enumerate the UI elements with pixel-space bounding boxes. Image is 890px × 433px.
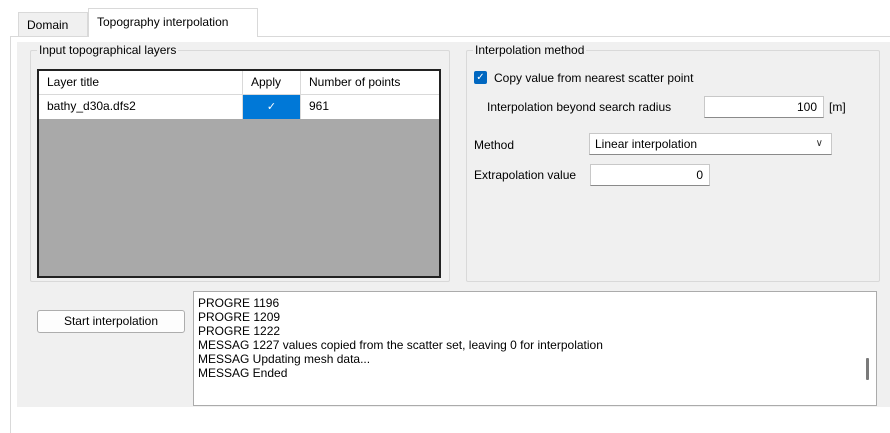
log-line: PROGRE 1196 [198,296,280,310]
checkmark-icon[interactable]: ✓ [267,96,276,119]
start-interpolation-button[interactable]: Start interpolation [37,310,185,333]
copy-nearest-checkbox[interactable]: ✓ [474,71,487,84]
input-layers-group: Input topographical layers Layer title A… [30,43,450,282]
copy-nearest-label[interactable]: Copy value from nearest scatter point [494,70,693,86]
layers-grid[interactable]: Layer title Apply Number of points bathy… [37,69,441,278]
beyond-radius-unit: [m] [829,100,846,114]
extrapolation-input[interactable]: 0 [590,164,710,186]
cell-apply[interactable]: ✓ [243,95,301,119]
tab-topography-interpolation[interactable]: Topography interpolation [88,8,258,37]
extrapolation-label: Extrapolation value [474,168,577,182]
column-header-apply[interactable]: Apply [243,71,301,94]
interpolation-method-title: Interpolation method [473,43,587,57]
method-select[interactable]: Linear interpolation ∨ [589,133,832,155]
cell-number-of-points[interactable]: 961 [301,95,439,119]
log-line: PROGRE 1222 [198,324,281,338]
grid-header: Layer title Apply Number of points [39,71,439,95]
beyond-radius-label: Interpolation beyond search radius [487,100,672,114]
column-header-layer-title[interactable]: Layer title [39,71,243,94]
input-layers-title: Input topographical layers [37,43,179,57]
tab-strip: Domain Topography interpolation [10,8,890,37]
log-scrollbar[interactable] [859,292,876,405]
table-row[interactable]: bathy_d30a.dfs2 ✓ 961 [39,95,439,119]
cell-layer-title[interactable]: bathy_d30a.dfs2 [39,95,243,119]
tab-domain[interactable]: Domain [18,12,88,36]
scrollbar-thumb[interactable] [866,358,869,380]
chevron-down-icon[interactable]: ∨ [816,134,823,154]
beyond-radius-input[interactable]: 100 [704,96,824,118]
log-line: MESSAG Updating mesh data... [198,352,371,366]
method-value: Linear interpolation [595,137,698,151]
column-header-number-of-points[interactable]: Number of points [301,71,439,94]
log-output[interactable]: PROGRE 1196 PROGRE 1209 PROGRE 1222 MESS… [193,291,877,406]
method-label: Method [474,138,515,152]
log-line: MESSAG Ended [198,366,288,380]
log-line: PROGRE 1209 [198,310,281,324]
log-line: MESSAG 1227 values copied from the scatt… [198,338,603,352]
